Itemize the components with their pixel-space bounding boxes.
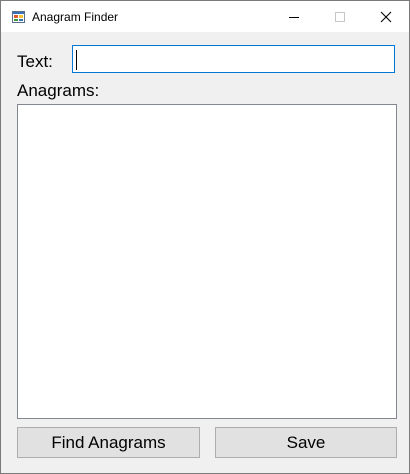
app-window: Anagram Finder Text: Anagrams: Find Anag… [0, 0, 410, 474]
maximize-button[interactable] [317, 1, 363, 32]
find-anagrams-button[interactable]: Find Anagrams [17, 427, 200, 458]
text-label: Text: [17, 52, 53, 71]
title-bar[interactable]: Anagram Finder [1, 1, 409, 32]
close-button[interactable] [363, 1, 409, 32]
anagrams-list[interactable] [17, 104, 397, 419]
anagrams-label: Anagrams: [17, 81, 100, 100]
maximize-icon [335, 12, 345, 22]
minimize-icon [289, 17, 299, 18]
text-input[interactable] [72, 45, 395, 73]
text-cursor [76, 50, 77, 70]
window-title: Anagram Finder [32, 10, 119, 24]
minimize-button[interactable] [271, 1, 317, 32]
windows-form-icon [12, 10, 26, 24]
close-icon [380, 11, 392, 23]
save-button[interactable]: Save [215, 427, 397, 458]
